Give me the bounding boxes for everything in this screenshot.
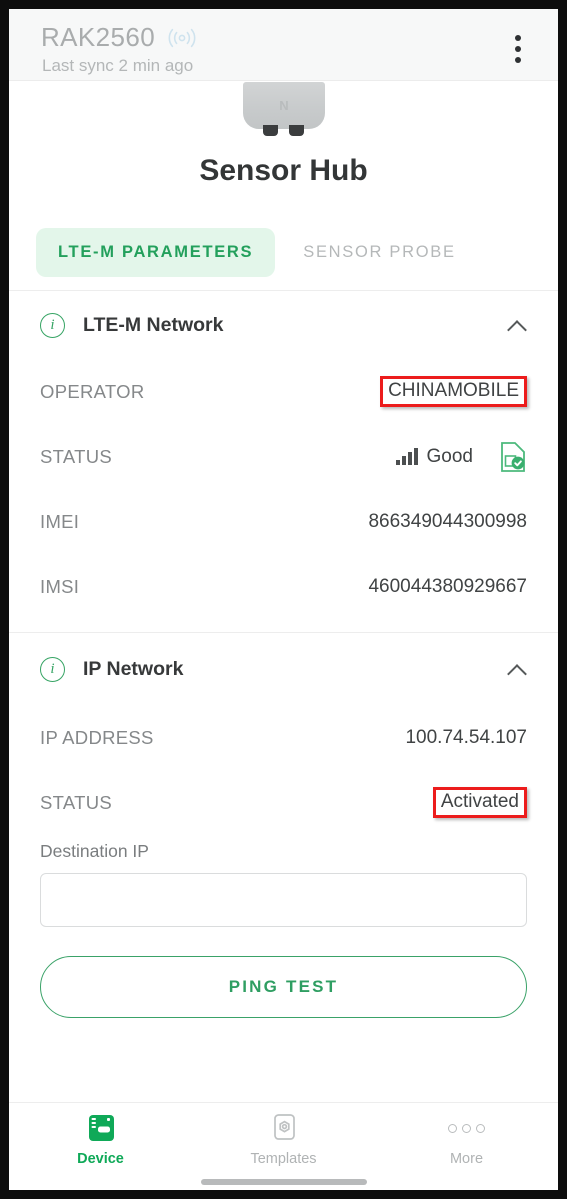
status-badge: Activated: [432, 787, 527, 818]
destination-ip-field-group: Destination IP: [9, 835, 558, 927]
row-value: 100.74.54.107: [405, 726, 527, 748]
table-row: IMSI 460044380929667: [9, 554, 558, 619]
info-icon[interactable]: i: [40, 312, 65, 338]
section-header-ip-network[interactable]: i IP Network: [9, 633, 558, 705]
row-label: STATUS: [40, 791, 113, 813]
row-value: Good: [395, 441, 527, 473]
chevron-up-icon[interactable]: [508, 320, 527, 331]
row-label: IMSI: [40, 575, 80, 597]
signal-bars-icon: [395, 448, 418, 465]
nav-item-templates[interactable]: Templates: [192, 1103, 375, 1190]
section-header-lte-m-network[interactable]: i LTE-M Network: [9, 291, 558, 359]
nav-label: More: [449, 1151, 484, 1167]
nav-label: Templates: [250, 1151, 317, 1167]
signal-quality-label: Good: [426, 445, 473, 467]
broadcast-icon: [166, 28, 198, 48]
table-row: STATUS Activated: [9, 770, 558, 835]
connector-right: [288, 125, 304, 136]
app-bar: RAK2560 Last sync 2 min ago: [9, 9, 558, 81]
section-title: LTE-M Network: [83, 313, 224, 336]
tab-sensor-probe[interactable]: SENSOR PROBE: [281, 228, 477, 277]
row-label: STATUS: [40, 445, 113, 467]
tab-bar: LTE-M PARAMETERS SENSOR PROBE: [9, 214, 558, 290]
row-label: IP ADDRESS: [40, 726, 154, 748]
section-ip-network: i IP Network IP ADDRESS 100.74.54.107 ST…: [9, 633, 558, 1018]
status-badge: CHINAMOBILE: [380, 376, 527, 407]
tab-lte-m-parameters[interactable]: LTE-M PARAMETERS: [36, 227, 276, 277]
ping-test-button[interactable]: PING TEST: [40, 956, 527, 1018]
sensor-hub-device-image: N: [242, 82, 325, 136]
bottom-navigation: Device Templates More: [9, 1102, 558, 1190]
table-row: STATUS Good: [9, 424, 558, 489]
nav-label: Device: [77, 1151, 124, 1167]
device-hero: N Sensor Hub: [9, 81, 558, 214]
last-sync-label: Last sync 2 min ago: [42, 56, 194, 75]
nav-item-device[interactable]: Device: [9, 1103, 192, 1190]
row-label: OPERATOR: [40, 380, 145, 402]
chevron-up-icon[interactable]: [508, 664, 527, 675]
nav-item-more[interactable]: More: [375, 1103, 558, 1190]
sim-card-check-icon[interactable]: [473, 441, 527, 473]
more-dots-icon: [448, 1111, 485, 1145]
nfc-logo-icon: N: [279, 98, 288, 113]
section-lte-m-network: i LTE-M Network OPERATOR CHINAMOBILE STA…: [9, 291, 558, 619]
table-row: IP ADDRESS 100.74.54.107: [9, 705, 558, 770]
table-row: IMEI 866349044300998: [9, 489, 558, 554]
row-value: 460044380929667: [368, 575, 527, 597]
info-icon[interactable]: i: [40, 656, 65, 682]
device-chip-icon: [84, 1111, 118, 1145]
section-title: IP Network: [83, 657, 184, 680]
phone-screen: RAK2560 Last sync 2 min ago N Sensor Hub…: [9, 9, 558, 1190]
destination-ip-label: Destination IP: [40, 841, 149, 861]
row-label: IMEI: [40, 510, 80, 532]
kebab-menu-icon[interactable]: [515, 35, 521, 63]
table-row: OPERATOR CHINAMOBILE: [9, 359, 558, 424]
page-title: Sensor Hub: [199, 154, 368, 187]
connector-left: [262, 125, 278, 136]
device-id-label: RAK2560: [41, 22, 156, 52]
home-indicator: [200, 1179, 367, 1185]
ping-test-group: PING TEST: [9, 927, 558, 1018]
row-value: 866349044300998: [368, 510, 527, 532]
destination-ip-input[interactable]: [40, 873, 527, 927]
device-id-row: RAK2560: [41, 22, 198, 53]
template-hexagon-icon: [268, 1111, 300, 1145]
